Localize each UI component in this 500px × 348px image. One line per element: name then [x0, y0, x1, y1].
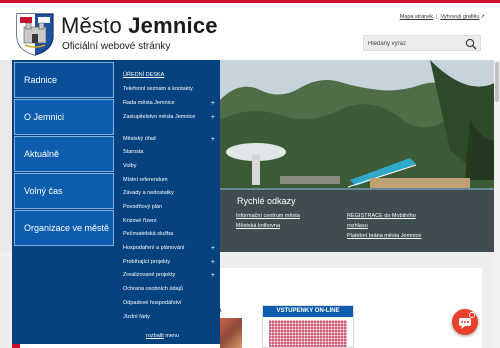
- submenu-item[interactable]: Zastupitelstvo města Jemnice +: [123, 114, 215, 121]
- submenu-item-label: Rada města Jemnice: [123, 100, 175, 106]
- site-header: Město Jemnice Oficiální webové stránky M…: [0, 3, 500, 60]
- submenu-item-label: Závady a nedostatky: [123, 190, 174, 196]
- submenu-item-label: Probíhající projekty: [123, 259, 171, 265]
- submenu-item[interactable]: Odpadové hospodářství: [123, 300, 215, 307]
- submenu-item[interactable]: Volby: [123, 163, 215, 170]
- quick-link-registration[interactable]: REGISTRACE do Mobilního: [347, 213, 416, 219]
- submenu-item[interactable]: Jízdní řády: [123, 314, 215, 321]
- submenu-item[interactable]: Starosta: [123, 149, 215, 156]
- submenu-item-label: Hospodaření a plánování: [123, 245, 185, 251]
- submenu-item[interactable]: Povodňový plán: [123, 204, 215, 211]
- page-scrollbar[interactable]: [494, 60, 500, 348]
- site-subtitle: Oficiální webové stránky: [62, 41, 171, 52]
- submenu-item-label: Povodňový plán: [123, 204, 163, 210]
- submenu-item[interactable]: Závady a nedostatky: [123, 190, 215, 197]
- submenu-item[interactable]: Telefonní seznam a kontakty: [123, 86, 215, 93]
- expand-plus-icon[interactable]: +: [211, 259, 215, 266]
- expand-plus-icon[interactable]: +: [211, 272, 215, 279]
- news-thumbnail[interactable]: [220, 318, 242, 348]
- nav-o-jemnici[interactable]: O Jemnici: [14, 99, 114, 135]
- tickets-title: VSTUPENKY ON-LINE: [263, 306, 353, 317]
- expand-plus-icon[interactable]: +: [211, 100, 215, 107]
- submenu-item[interactable]: Zrealizované projekty +: [123, 272, 215, 279]
- nav-volny-cas[interactable]: Volný čas: [14, 173, 114, 209]
- submenu-item[interactable]: Rada města Jemnice +: [123, 100, 215, 107]
- nav-radnice[interactable]: Radnice: [14, 62, 114, 98]
- submenu-item-label: Telefonní seznam a kontakty: [123, 86, 193, 92]
- quick-link-payment-gateway[interactable]: Platební brána města Jemnice: [347, 233, 421, 239]
- submenu-item[interactable]: Krizové řízení: [123, 218, 215, 225]
- expand-plus-icon[interactable]: +: [211, 114, 215, 121]
- submenu-item-label: Jízdní řády: [123, 314, 150, 320]
- submenu-item-label: Starosta: [123, 149, 144, 155]
- nav-aktualne[interactable]: Aktuálně: [14, 136, 114, 172]
- notification-dot: [469, 312, 475, 318]
- expand-plus-icon[interactable]: +: [211, 136, 215, 143]
- nav-organizace[interactable]: Organizace ve městě: [14, 210, 114, 246]
- submenu-item-label: Volby: [123, 163, 137, 169]
- quick-link-registration-cont[interactable]: rozhlasu: [347, 223, 368, 229]
- submenu-item-label: Pečovatelská služba: [123, 231, 174, 237]
- submenu-item[interactable]: Městský úřad +: [123, 136, 215, 143]
- quick-link-library[interactable]: Městská knihovna: [236, 223, 280, 229]
- submenu-item-label: Odpadové hospodářství: [123, 300, 182, 306]
- sitemap-link[interactable]: Mapa stránek: [400, 14, 433, 20]
- submenu-item[interactable]: Ochrana osobních údajů: [123, 286, 215, 293]
- site-title-name: Jemnice: [128, 13, 218, 38]
- submenu-item-label: Krizové řízení: [123, 218, 157, 224]
- tickets-online-card[interactable]: VSTUPENKY ON-LINE: [262, 305, 354, 348]
- city-crest-icon[interactable]: [15, 12, 55, 56]
- expand-link-text: rozbalit: [146, 333, 164, 339]
- submenu-item[interactable]: Místní referendum: [123, 177, 215, 184]
- submenu-item[interactable]: Hospodaření a plánování +: [123, 245, 215, 252]
- chat-button[interactable]: [452, 309, 478, 335]
- submenu-item-label: Městský úřad: [123, 136, 156, 142]
- submenu-item[interactable]: Pečovatelská služba: [123, 231, 215, 238]
- external-link-icon: ↗: [480, 14, 485, 20]
- search-input[interactable]: [368, 37, 464, 50]
- quick-link-info-center[interactable]: Informační centrum města: [236, 213, 300, 219]
- expand-link-suffix: menu: [165, 333, 180, 339]
- submenu-item-label: Zastupitelstvo města Jemnice: [123, 114, 196, 120]
- quick-links-title: Rychlé odkazy: [237, 196, 296, 206]
- expand-menu-link[interactable]: rozbalit menu: [146, 333, 179, 339]
- seat-map-image: [269, 320, 347, 347]
- scrollbar-thumb[interactable]: [495, 62, 499, 102]
- search-box[interactable]: [363, 35, 481, 51]
- submenu-item[interactable]: Probíhající projekty +: [123, 259, 215, 266]
- quick-links-panel: Rychlé odkazy Informační centrum města M…: [220, 190, 500, 252]
- search-icon[interactable]: [465, 38, 477, 50]
- submenu-heading-official-board[interactable]: ÚŘEDNÍ DESKA: [123, 72, 164, 78]
- submenu-item-label: Místní referendum: [123, 177, 168, 183]
- graphics-link[interactable]: Vyhovují grafiku: [440, 14, 479, 20]
- utility-links: Mapa stránek | Vyhovují grafiku↗: [399, 14, 485, 20]
- submenu-item-label: Ochrana osobních údajů: [123, 286, 183, 292]
- submenu-item-label: Zrealizované projekty: [123, 272, 176, 278]
- site-title[interactable]: Město Jemnice: [61, 13, 218, 39]
- site-title-city: Město: [61, 13, 122, 38]
- expand-plus-icon[interactable]: +: [211, 245, 215, 252]
